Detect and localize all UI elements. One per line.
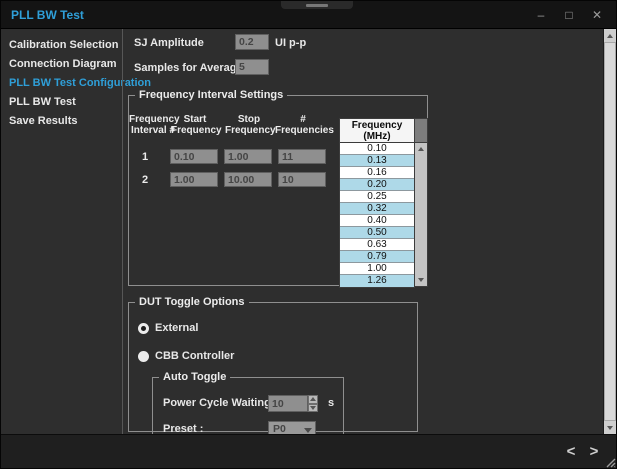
spinner-up-button[interactable] bbox=[308, 395, 318, 404]
frequency-interval-settings-title: Frequency Interval Settings bbox=[135, 89, 287, 101]
titlebar: PLL BW Test – □ ✕ bbox=[1, 1, 616, 29]
table-row: 0.25 bbox=[340, 191, 414, 203]
table-row: 0.79 bbox=[340, 251, 414, 263]
table-row: 0.10 bbox=[340, 143, 414, 155]
sj-amplitude-label: SJ Amplitude bbox=[134, 37, 204, 49]
scrollbar-down-button[interactable] bbox=[604, 421, 616, 434]
resize-grip-icon[interactable] bbox=[604, 456, 616, 468]
external-radio[interactable] bbox=[138, 323, 149, 334]
sidebar-item-save-results[interactable]: Save Results bbox=[9, 115, 122, 128]
frequency-table-scrollbar[interactable] bbox=[415, 143, 428, 287]
radio-dot-icon bbox=[141, 326, 146, 331]
minimize-button[interactable]: – bbox=[530, 5, 552, 25]
cbb-controller-radio-label: CBB Controller bbox=[155, 350, 234, 362]
table-row: 0.13 bbox=[340, 155, 414, 167]
sidebar-item-pll-bw-test[interactable]: PLL BW Test bbox=[9, 96, 122, 109]
auto-toggle-title: Auto Toggle bbox=[159, 371, 230, 383]
table-row: 0.20 bbox=[340, 179, 414, 191]
power-cycle-waiting-label: Power Cycle Waiting : bbox=[163, 397, 278, 409]
auto-toggle-group: Auto Toggle Power Cycle Waiting : s Pres… bbox=[152, 371, 344, 439]
sidebar-item-calibration-selection[interactable]: Calibration Selection bbox=[9, 39, 122, 52]
spinner-up-icon bbox=[310, 397, 316, 401]
bottom-bar: < > bbox=[1, 434, 617, 469]
col-header-frequency-interval: Frequency Interval # bbox=[129, 114, 177, 136]
table-row: 0.16 bbox=[340, 167, 414, 179]
drag-handle-icon bbox=[306, 4, 328, 7]
main-panel: SJ Amplitude UI p-p Samples for Averagin… bbox=[123, 29, 603, 434]
previous-page-button[interactable]: < bbox=[562, 442, 580, 462]
chevron-down-icon bbox=[304, 428, 312, 433]
spinner-down-button[interactable] bbox=[308, 404, 318, 413]
dut-toggle-options-title: DUT Toggle Options bbox=[135, 296, 249, 308]
power-cycle-waiting-input[interactable] bbox=[268, 395, 308, 412]
sj-amplitude-input[interactable] bbox=[235, 34, 269, 50]
pll-bw-test-window: PLL BW Test – □ ✕ Calibration Selection … bbox=[0, 0, 617, 469]
col-header-num-frequencies: # Frequencies bbox=[275, 114, 331, 136]
scrollbar-up-button[interactable] bbox=[604, 29, 616, 42]
frequency-table: Frequency (MHz) 0.10 0.13 0.16 0.20 0.25… bbox=[339, 118, 428, 287]
next-page-button[interactable]: > bbox=[585, 442, 603, 462]
frequency-table-corner bbox=[415, 118, 428, 143]
scroll-down-icon bbox=[607, 426, 613, 430]
interval-1-number: 1 bbox=[142, 151, 148, 163]
interval-1-count-input[interactable] bbox=[278, 149, 326, 164]
close-button[interactable]: ✕ bbox=[586, 5, 608, 25]
interval-2-start-input[interactable] bbox=[170, 172, 218, 187]
table-row: 1.26 bbox=[340, 275, 414, 287]
frequency-interval-settings-group: Frequency Interval Settings Frequency In… bbox=[128, 89, 428, 286]
samples-for-averaging-input[interactable] bbox=[235, 59, 269, 75]
spinner-down-icon bbox=[310, 406, 316, 410]
table-row: 0.32 bbox=[340, 203, 414, 215]
window-controls: – □ ✕ bbox=[530, 1, 608, 29]
maximize-icon: □ bbox=[565, 8, 572, 22]
dut-toggle-options-group: DUT Toggle Options External CBB Controll… bbox=[128, 296, 418, 432]
scrollbar-thumb[interactable] bbox=[604, 42, 616, 421]
interval-1-stop-input[interactable] bbox=[224, 149, 272, 164]
interval-2-stop-input[interactable] bbox=[224, 172, 272, 187]
scroll-down-icon[interactable] bbox=[415, 274, 427, 286]
frequency-table-header: Frequency (MHz) bbox=[339, 118, 415, 143]
spinner-buttons bbox=[308, 395, 318, 412]
drag-handle[interactable] bbox=[281, 1, 353, 9]
sidebar: Calibration Selection Connection Diagram… bbox=[1, 29, 122, 434]
minimize-icon: – bbox=[538, 8, 545, 22]
sidebar-item-pll-bw-test-configuration[interactable]: PLL BW Test Configuration bbox=[9, 77, 122, 90]
table-row: 0.63 bbox=[340, 239, 414, 251]
maximize-button[interactable]: □ bbox=[558, 5, 580, 25]
col-header-stop-frequency: Stop Frequency bbox=[225, 114, 273, 136]
power-cycle-waiting-spinner bbox=[268, 395, 318, 412]
window-scrollbar[interactable] bbox=[603, 29, 616, 434]
scroll-up-icon[interactable] bbox=[415, 143, 427, 155]
window-title: PLL BW Test bbox=[11, 8, 84, 22]
power-cycle-waiting-unit: s bbox=[328, 397, 334, 409]
close-icon: ✕ bbox=[592, 8, 602, 22]
table-row: 0.40 bbox=[340, 215, 414, 227]
external-radio-label: External bbox=[155, 322, 198, 334]
frequency-table-rows: 0.10 0.13 0.16 0.20 0.25 0.32 0.40 0.50 … bbox=[339, 143, 415, 288]
table-row: 0.50 bbox=[340, 227, 414, 239]
sidebar-item-connection-diagram[interactable]: Connection Diagram bbox=[9, 58, 122, 71]
sj-amplitude-unit: UI p-p bbox=[275, 37, 306, 49]
interval-1-start-input[interactable] bbox=[170, 149, 218, 164]
scroll-up-icon bbox=[607, 34, 613, 38]
interval-2-number: 2 bbox=[142, 174, 148, 186]
cbb-controller-radio[interactable] bbox=[138, 351, 149, 362]
col-header-start-frequency: Start Frequency bbox=[171, 114, 219, 136]
table-row: 1.00 bbox=[340, 263, 414, 275]
interval-2-count-input[interactable] bbox=[278, 172, 326, 187]
